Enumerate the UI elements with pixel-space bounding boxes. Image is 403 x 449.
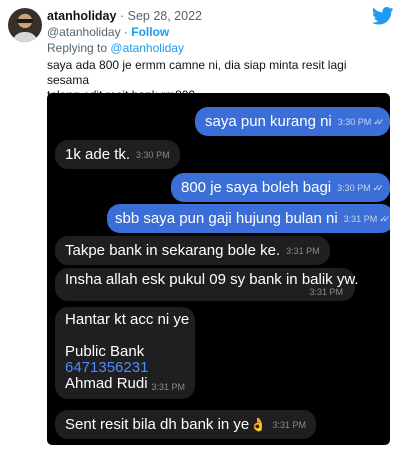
avatar-glasses	[17, 19, 33, 23]
display-name[interactable]: atanholiday	[47, 9, 116, 23]
message-bubble-outgoing: 800 je saya boleh bagi 3:30 PM ✓✓	[171, 173, 390, 202]
message-time: 3:31 PM	[343, 214, 378, 224]
message-bubble-incoming: 1k ade tk. 3:30 PM	[55, 140, 180, 169]
message-time: 3:31 PM	[272, 420, 306, 430]
message-time: 3:31 PM	[151, 382, 185, 392]
separator: ·	[123, 25, 128, 39]
message-text: 1k ade tk.	[65, 146, 131, 163]
avatar-shirt	[12, 32, 38, 42]
message-time: 3:30 PM	[337, 117, 372, 127]
message-text: Takpe bank in sekarang bole ke.	[65, 242, 281, 259]
name-line: atanholiday · Sep 28, 2022	[47, 9, 202, 23]
tweet-date[interactable]: Sep 28, 2022	[128, 9, 202, 23]
message-bubble-incoming: Insha allah esk pukul 09 sy bank in bali…	[55, 268, 359, 301]
message-text: 800 je saya boleh bagi	[181, 179, 332, 196]
replying-prefix: Replying to	[47, 41, 108, 55]
separator: ·	[119, 9, 125, 23]
tweet-text-line: saya ada 800 je ermm camne ni, dia siap …	[47, 58, 347, 87]
message-text: sbb saya pun gaji hujung bulan ni	[115, 210, 338, 227]
message-time: 3:30 PM	[136, 150, 170, 160]
account-number-link[interactable]: 6471356231	[65, 360, 185, 376]
message-bubble-incoming: Takpe bank in sekarang bole ke. 3:31 PM	[55, 236, 330, 265]
chat-screenshot: saya pun kurang ni 3:30 PM ✓✓ 1k ade tk. 3:…	[47, 93, 390, 445]
message-time: 3:31 PM	[309, 287, 343, 297]
tweet-header: atanholiday · Sep 28, 2022 @atanholiday …	[0, 0, 403, 102]
double-check-icon: ✓✓	[373, 117, 384, 127]
message-time: 3:30 PM	[337, 183, 371, 193]
message-bubble-outgoing: saya pun kurang ni 3:30 PM ✓✓	[195, 107, 390, 136]
message-text: Insha allah esk pukul 09 sy bank in bali…	[65, 271, 359, 288]
twitter-bird-icon[interactable]	[372, 7, 394, 25]
message-time: 3:31 PM	[286, 246, 320, 256]
message-bubble-incoming: Hantar kt acc ni ye Public Bank 64713562…	[55, 307, 195, 399]
user-handle[interactable]: @atanholiday	[47, 25, 121, 39]
message-bubble-outgoing: sbb saya pun gaji hujung bulan ni 3:31 PM…	[107, 204, 390, 233]
message-text: Hantar kt acc ni ye	[65, 311, 190, 328]
bank-name: Public Bank	[65, 343, 145, 360]
replying-to: Replying to @atanholiday	[47, 41, 184, 55]
follow-button[interactable]: Follow	[131, 25, 169, 39]
avatar[interactable]	[8, 8, 42, 42]
double-check-icon: ✓✓	[379, 214, 390, 224]
double-check-icon: ✓✓	[372, 183, 384, 193]
message-text: Sent resit bila dh bank in ye	[65, 416, 250, 433]
handle-line: @atanholiday · Follow	[47, 25, 169, 39]
replying-handle[interactable]: @atanholiday	[110, 41, 184, 55]
message-text: saya pun kurang ni	[205, 113, 332, 130]
message-bubble-incoming: Sent resit bila dh bank in ye👌 3:31 PM	[55, 410, 316, 439]
ok-hand-emoji: 👌	[250, 417, 267, 432]
